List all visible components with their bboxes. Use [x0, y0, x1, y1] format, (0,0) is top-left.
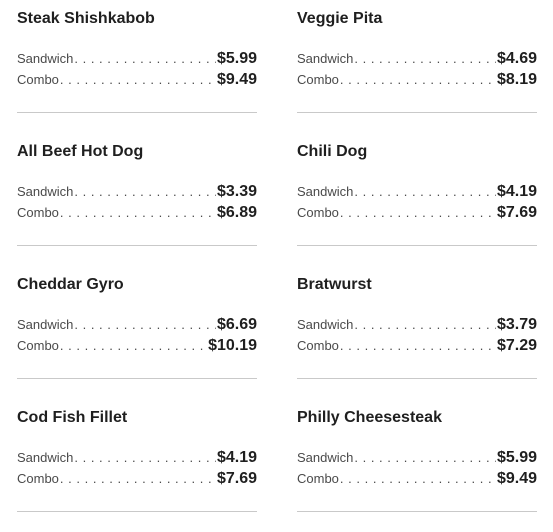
sandwich-price-row: Sandwich $3.39	[17, 183, 257, 203]
divider	[17, 511, 257, 512]
combo-price: $8.19	[496, 71, 537, 88]
dot-leader	[354, 317, 496, 332]
sandwich-price: $3.39	[216, 183, 257, 200]
sandwich-price: $4.69	[496, 50, 537, 67]
item-name: Philly Cheesesteak	[297, 409, 442, 426]
sandwich-price: $4.19	[496, 183, 537, 200]
dot-leader	[74, 184, 216, 199]
dot-leader	[340, 205, 496, 220]
divider	[297, 511, 537, 512]
combo-price: $7.69	[216, 470, 257, 487]
combo-price-row: Combo $8.19	[297, 71, 537, 91]
combo-label: Combo	[17, 471, 59, 486]
menu-item-steak-shishkabob: Steak Shishkabob Sandwich $5.99 Combo $9…	[17, 0, 257, 133]
dot-leader	[60, 471, 216, 486]
dot-leader	[340, 471, 496, 486]
combo-price-row: Combo $7.69	[297, 204, 537, 224]
menu-item-all-beef-hot-dog: All Beef Hot Dog Sandwich $3.39 Combo $6…	[17, 133, 257, 266]
combo-label: Combo	[17, 338, 59, 353]
sandwich-label: Sandwich	[297, 51, 354, 66]
dot-leader	[60, 205, 216, 220]
menu-item-veggie-pita: Veggie Pita Sandwich $4.69 Combo $8.19	[297, 0, 537, 133]
combo-label: Combo	[297, 471, 339, 486]
combo-price-row: Combo $10.19	[17, 337, 257, 357]
menu-grid: Steak Shishkabob Sandwich $5.99 Combo $9…	[17, 0, 537, 532]
dot-leader	[74, 450, 216, 465]
sandwich-price-row: Sandwich $5.99	[17, 50, 257, 70]
sandwich-price: $6.69	[216, 316, 257, 333]
divider	[297, 245, 537, 246]
item-name: Steak Shishkabob	[17, 10, 155, 27]
combo-price: $9.49	[216, 71, 257, 88]
menu-item-cheddar-gyro: Cheddar Gyro Sandwich $6.69 Combo $10.19	[17, 266, 257, 399]
sandwich-price-row: Sandwich $6.69	[17, 316, 257, 336]
menu-item-chili-dog: Chili Dog Sandwich $4.19 Combo $7.69	[297, 133, 537, 266]
item-name: Veggie Pita	[297, 10, 383, 27]
combo-price: $7.69	[496, 204, 537, 221]
dot-leader	[354, 450, 496, 465]
sandwich-price-row: Sandwich $4.69	[297, 50, 537, 70]
divider	[17, 245, 257, 246]
divider	[297, 112, 537, 113]
dot-leader	[74, 51, 216, 66]
sandwich-label: Sandwich	[17, 184, 74, 199]
combo-price-row: Combo $7.29	[297, 337, 537, 357]
sandwich-label: Sandwich	[297, 184, 354, 199]
combo-price-row: Combo $6.89	[17, 204, 257, 224]
item-name: Bratwurst	[297, 276, 372, 293]
combo-price-row: Combo $7.69	[17, 470, 257, 490]
combo-price-row: Combo $9.49	[17, 71, 257, 91]
sandwich-label: Sandwich	[297, 317, 354, 332]
sandwich-price: $3.79	[496, 316, 537, 333]
sandwich-label: Sandwich	[17, 317, 74, 332]
item-name: All Beef Hot Dog	[17, 143, 144, 160]
sandwich-price: $4.19	[216, 449, 257, 466]
sandwich-price-row: Sandwich $4.19	[17, 449, 257, 469]
sandwich-price-row: Sandwich $4.19	[297, 183, 537, 203]
dot-leader	[60, 338, 207, 353]
combo-label: Combo	[17, 205, 59, 220]
combo-label: Combo	[297, 205, 339, 220]
divider	[297, 378, 537, 379]
divider	[17, 112, 257, 113]
dot-leader	[74, 317, 216, 332]
combo-price: $6.89	[216, 204, 257, 221]
menu-item-cod-fish-fillet: Cod Fish Fillet Sandwich $4.19 Combo $7.…	[17, 399, 257, 532]
sandwich-price-row: Sandwich $3.79	[297, 316, 537, 336]
menu-item-bratwurst: Bratwurst Sandwich $3.79 Combo $7.29	[297, 266, 537, 399]
sandwich-price: $5.99	[216, 50, 257, 67]
sandwich-label: Sandwich	[17, 51, 74, 66]
sandwich-label: Sandwich	[297, 450, 354, 465]
dot-leader	[354, 51, 496, 66]
dot-leader	[60, 72, 216, 87]
combo-label: Combo	[297, 72, 339, 87]
divider	[17, 378, 257, 379]
sandwich-price: $5.99	[496, 449, 537, 466]
dot-leader	[354, 184, 496, 199]
menu-item-philly-cheesesteak: Philly Cheesesteak Sandwich $5.99 Combo …	[297, 399, 537, 532]
dot-leader	[340, 72, 496, 87]
item-name: Chili Dog	[297, 143, 368, 160]
sandwich-price-row: Sandwich $5.99	[297, 449, 537, 469]
combo-label: Combo	[297, 338, 339, 353]
combo-price: $9.49	[496, 470, 537, 487]
combo-price: $7.29	[496, 337, 537, 354]
combo-label: Combo	[17, 72, 59, 87]
combo-price-row: Combo $9.49	[297, 470, 537, 490]
item-name: Cod Fish Fillet	[17, 409, 128, 426]
combo-price: $10.19	[208, 337, 257, 354]
item-name: Cheddar Gyro	[17, 276, 124, 293]
dot-leader	[340, 338, 496, 353]
sandwich-label: Sandwich	[17, 450, 74, 465]
